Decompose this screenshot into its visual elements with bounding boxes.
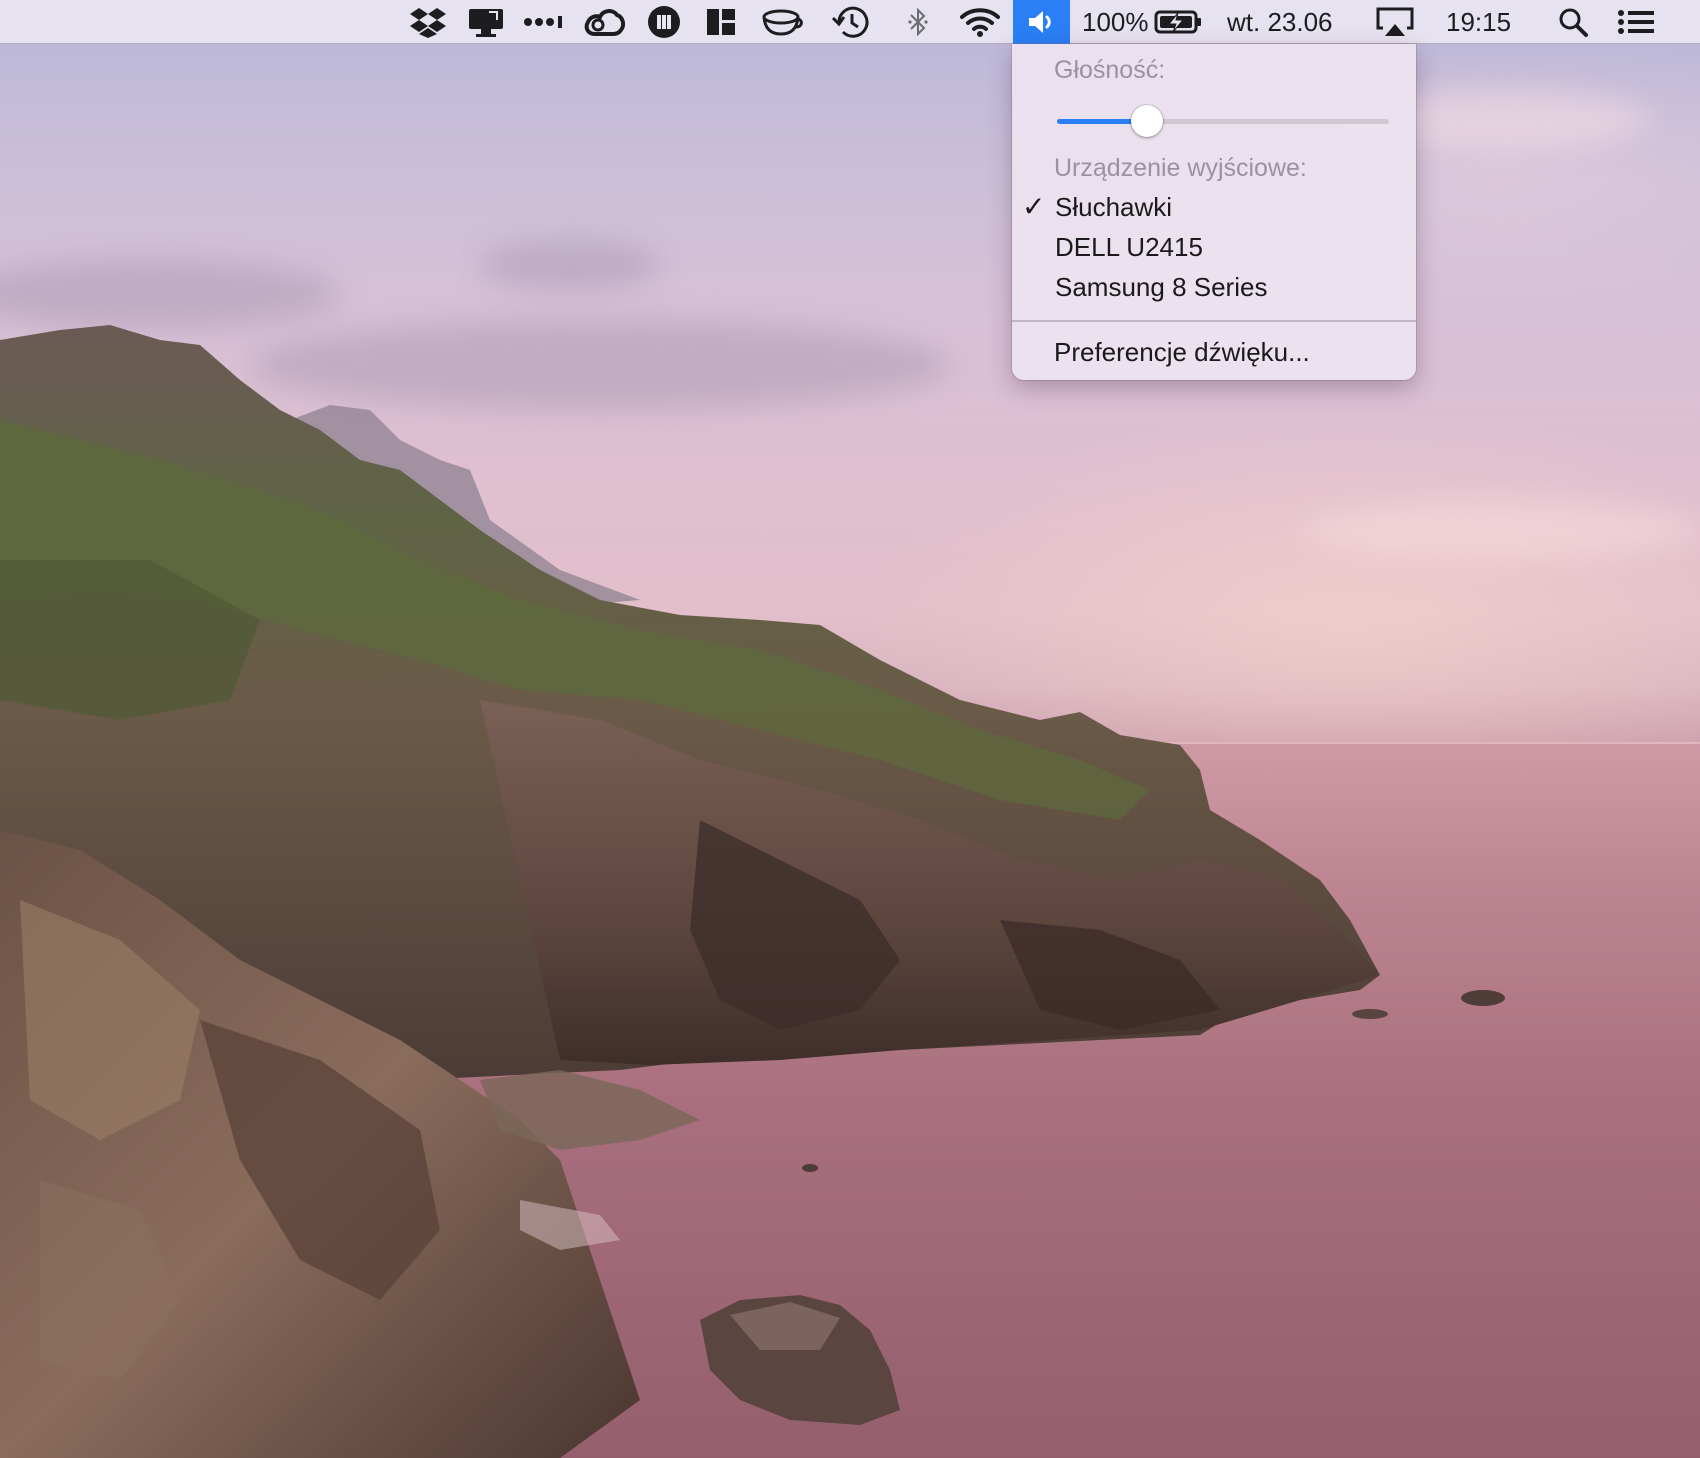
volume-icon <box>1028 11 1051 33</box>
time-machine-icon[interactable] <box>830 4 870 40</box>
sound-preferences-item[interactable]: Preferencje dźwięku... <box>1012 332 1416 372</box>
dropbox-icon[interactable] <box>408 4 448 40</box>
notification-center-icon[interactable] <box>1615 4 1657 40</box>
battery-percent[interactable]: 100% <box>1082 0 1149 44</box>
volume-menu: Głośność: Urządzenie wyjściowe: ✓ Słucha… <box>1012 44 1416 380</box>
volume-slider[interactable] <box>1057 105 1389 137</box>
app-m-icon[interactable] <box>645 4 683 40</box>
device-item-dell-u2415[interactable]: DELL U2415 <box>1012 227 1416 267</box>
spotlight-search-icon[interactable] <box>1555 4 1591 40</box>
menubar-time[interactable]: 19:15 <box>1446 0 1511 44</box>
device-label: Samsung 8 Series <box>1055 272 1268 302</box>
coastline-landscape <box>0 325 1505 1458</box>
sound-preferences-label: Preferencje dźwięku... <box>1054 337 1310 367</box>
desktop: 100% wt. 23.06 19:15 Głośność: Urządzeni… <box>0 0 1700 1458</box>
device-item-sluchawki[interactable]: ✓ Słuchawki <box>1012 187 1416 227</box>
battery-charging-icon[interactable] <box>1154 4 1202 40</box>
device-label: Słuchawki <box>1055 192 1173 222</box>
menu-bar: 100% wt. 23.06 19:15 <box>0 0 1700 44</box>
volume-button[interactable] <box>1013 0 1070 44</box>
airplay-icon[interactable] <box>1374 4 1416 40</box>
checkmark-icon: ✓ <box>1022 191 1046 222</box>
output-device-heading: Urządzenie wyjściowe: <box>1054 154 1307 182</box>
creative-cloud-icon[interactable] <box>582 4 626 40</box>
display-icon[interactable] <box>466 4 506 40</box>
device-item-samsung-8-series[interactable]: Samsung 8 Series <box>1012 267 1416 307</box>
menu-separator <box>1012 320 1416 322</box>
volume-heading: Głośność: <box>1054 56 1166 84</box>
device-label: DELL U2415 <box>1055 232 1203 262</box>
menubar-date[interactable]: wt. 23.06 <box>1227 0 1333 44</box>
layout-grid-icon[interactable] <box>703 4 739 40</box>
cup-icon[interactable] <box>760 4 804 40</box>
wifi-icon[interactable] <box>958 4 1002 40</box>
more-dots-icon[interactable] <box>522 4 566 40</box>
volume-slider-knob[interactable] <box>1130 105 1163 137</box>
bluetooth-icon[interactable] <box>904 4 932 40</box>
